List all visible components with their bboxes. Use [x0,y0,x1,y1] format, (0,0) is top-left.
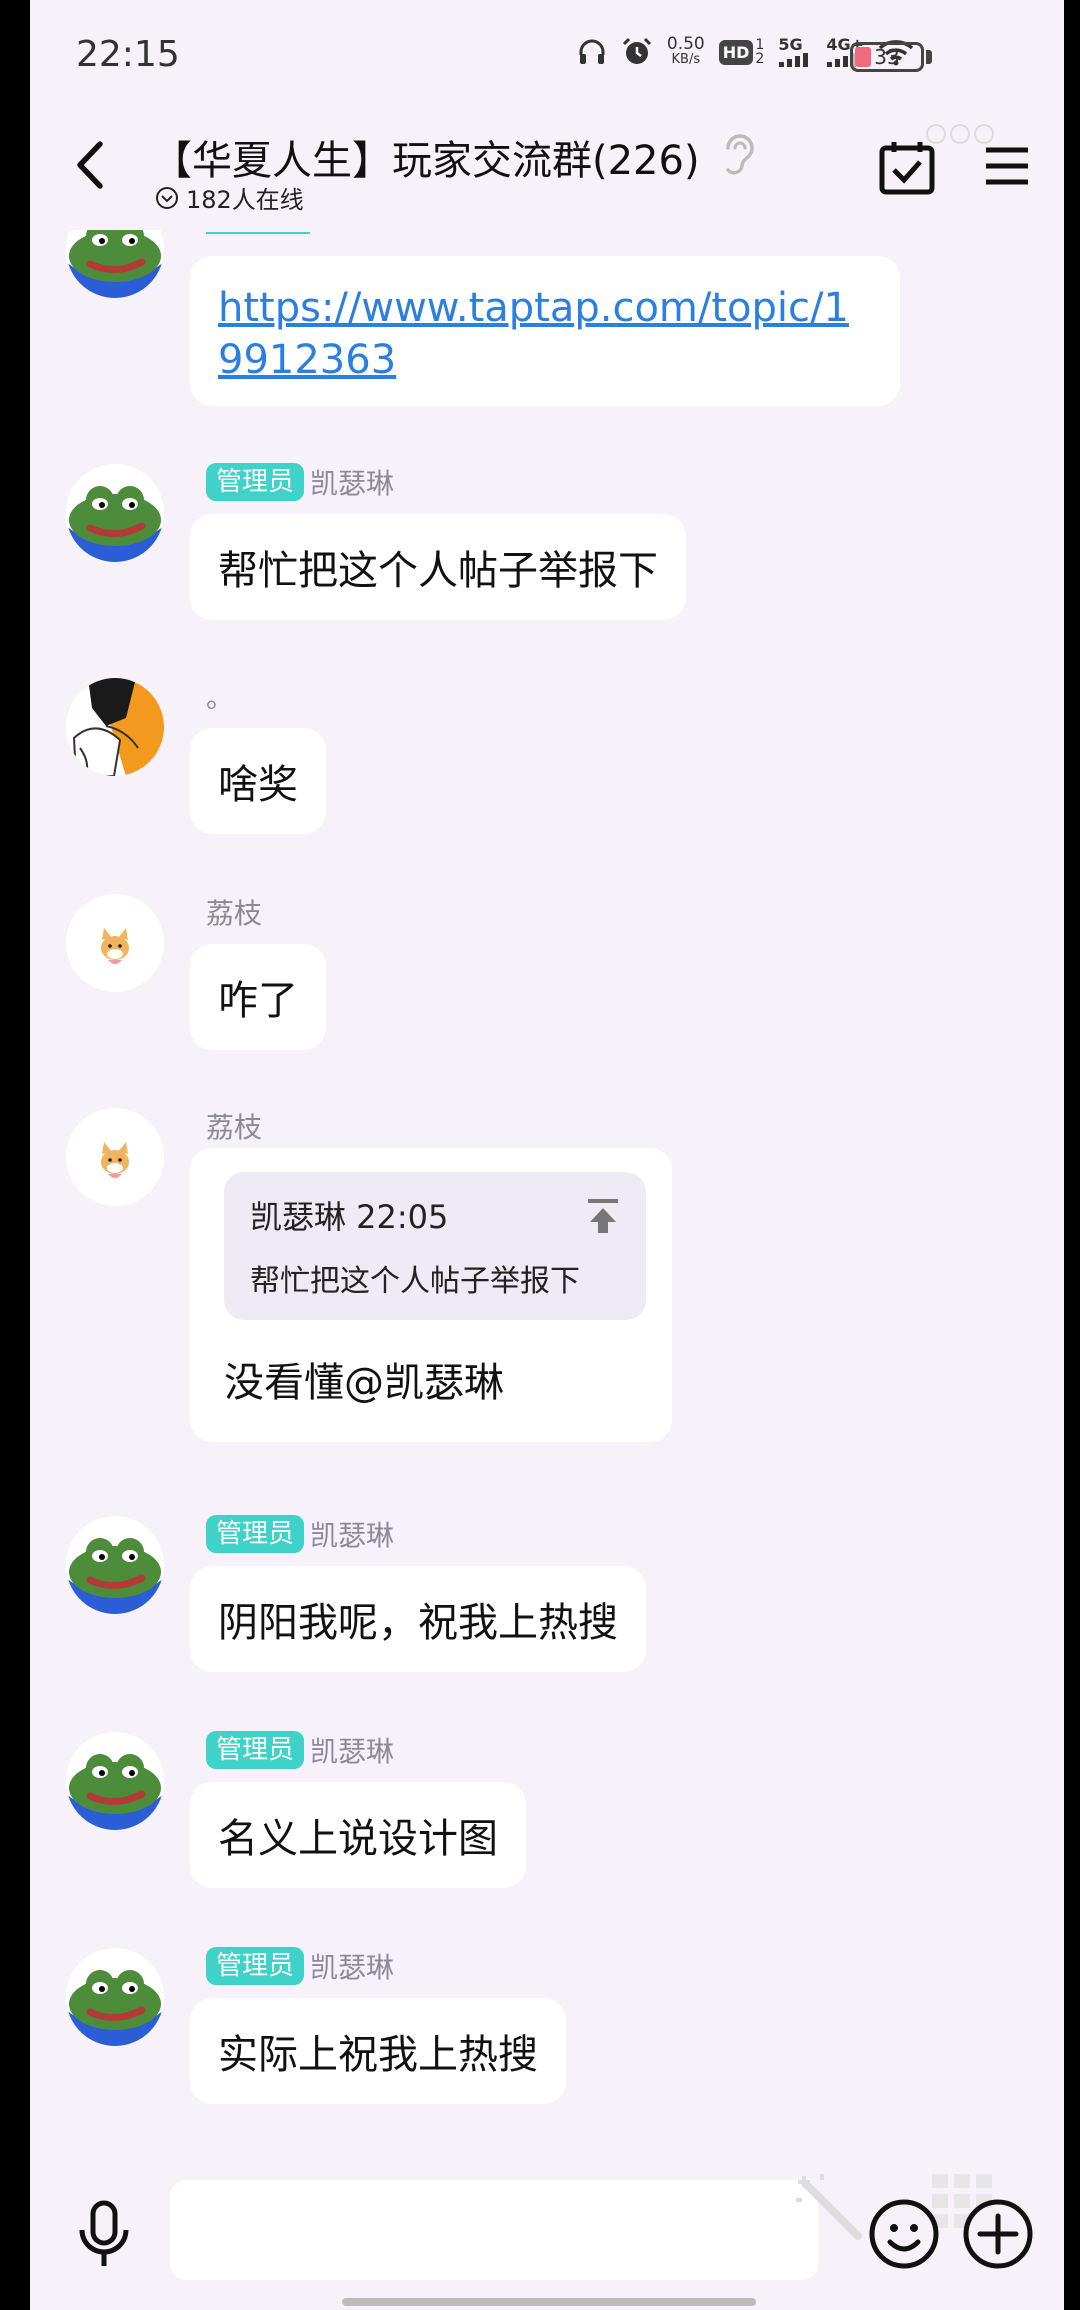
avatar[interactable] [66,1516,164,1614]
message-bubble[interactable]: 咋了 [190,944,326,1050]
message-text: 实际上祝我上热搜 [218,2032,538,2078]
message-bubble[interactable]: 凯瑟琳 22:05 帮忙把这个人帖子举报下 没看懂@凯瑟琳 [190,1148,672,1442]
avatar[interactable] [66,1732,164,1830]
alarm-icon [622,37,651,64]
sender-info: 管理员 凯瑟琳 [206,1730,394,1770]
sender-name[interactable]: 凯瑟琳 [310,1514,394,1554]
sender-info: 荔枝 [206,1106,262,1146]
hd-indicator: HD 12 [718,38,764,66]
avatar[interactable] [66,464,164,562]
sender-info: 管理员 凯瑟琳 [206,462,394,502]
signal-5g: 5G [778,37,812,67]
sender-name[interactable]: 凯瑟琳 [310,462,394,502]
sender-name[interactable]: 。 [206,676,234,716]
jump-to-top-icon[interactable] [586,1198,620,1234]
message-bubble[interactable]: https://www.taptap.com/topic/19912363 [190,256,900,406]
menu-icon[interactable] [984,146,1030,186]
message-link[interactable]: https://www.taptap.com/topic/19912363 [218,282,872,386]
dog-avatar-icon [66,894,164,992]
online-count[interactable]: 182人在线 [154,180,304,215]
battery-indicator: 33 [850,42,924,72]
message-text: 帮忙把这个人帖子举报下 [218,548,658,594]
frog-avatar-icon [66,230,164,298]
avatar[interactable] [66,894,164,992]
sender-info: 荔枝 [206,892,262,932]
quote-header: 凯瑟琳 22:05 [250,1198,449,1236]
admin-badge: 管理员 [206,1947,305,1985]
sender-info: 管理员 凯瑟琳 [206,1946,394,1986]
admin-badge: 管理员 [206,1515,305,1553]
message-list: https://www.taptap.com/topic/19912363 管理… [30,230,1064,2150]
dog-avatar-icon [66,1108,164,1206]
sender-info: 管理员 凯瑟琳 [206,1514,394,1554]
message-text: 啥奖 [218,762,298,808]
message-bubble[interactable]: 啥奖 [190,728,326,834]
headphones-icon [579,39,605,64]
message-text: 咋了 [218,978,298,1024]
avatar[interactable] [66,1108,164,1206]
message-bubble[interactable]: 帮忙把这个人帖子举报下 [190,514,686,620]
sender-name[interactable]: 凯瑟琳 [310,1730,394,1770]
mic-icon[interactable] [76,2200,132,2270]
message-bubble[interactable]: 阴阳我呢，祝我上热搜 [190,1566,646,1672]
status-time: 22:15 [76,34,180,75]
message-bubble[interactable]: 实际上祝我上热搜 [190,1998,566,2104]
home-indicator[interactable] [342,2298,756,2306]
ear-icon[interactable] [718,130,758,180]
quoted-message[interactable]: 凯瑟琳 22:05 帮忙把这个人帖子举报下 [224,1172,646,1320]
avatar[interactable] [66,1948,164,2046]
frog-avatar-icon [66,1732,164,1830]
frog-avatar-icon [66,1516,164,1614]
frog-avatar-icon [66,464,164,562]
smile-icon[interactable] [868,2198,940,2270]
admin-badge: 管理员 [206,1731,305,1769]
admin-badge: 管理员 [206,463,305,501]
sender-name[interactable]: 荔枝 [206,1106,262,1146]
net-speed: 0.50 KB/s [666,34,705,68]
message-input[interactable] [170,2180,818,2280]
frog-avatar-icon [66,1948,164,2046]
sender-info: 。 [206,676,234,716]
chat-header: 【华夏人生】玩家交流群(226) 182人在线 [30,110,1064,230]
sender-name[interactable]: 凯瑟琳 [310,1946,394,1986]
sender-name[interactable]: 荔枝 [206,892,262,932]
avatar[interactable] [66,230,164,298]
calendar-check-icon[interactable] [878,138,938,196]
chat-screen: 22:15 0.50 KB/s HD 12 5G 4G+ 33 【华夏人生】玩家… [30,0,1064,2310]
message-text: 阴阳我呢，祝我上热搜 [218,1600,618,1646]
avatar[interactable] [66,678,164,776]
magic-wand-icon[interactable] [794,2172,864,2242]
message-text: 没看懂@凯瑟琳 [224,1360,504,1406]
anime-avatar-icon [66,678,164,776]
chevron-down-circle-icon [156,186,178,209]
group-title[interactable]: 【华夏人生】玩家交流群(226) [152,128,700,186]
input-bar [30,2150,1064,2310]
message-text: 名义上说设计图 [218,1816,498,1862]
status-bar: 22:15 0.50 KB/s HD 12 5G 4G+ 33 [30,0,1064,110]
message-bubble[interactable]: 名义上说设计图 [190,1782,526,1888]
signal-bars-icon [779,53,809,67]
quote-text: 帮忙把这个人帖子举报下 [250,1264,580,1299]
back-chevron-icon[interactable] [70,138,110,192]
plus-icon[interactable] [962,2198,1034,2270]
